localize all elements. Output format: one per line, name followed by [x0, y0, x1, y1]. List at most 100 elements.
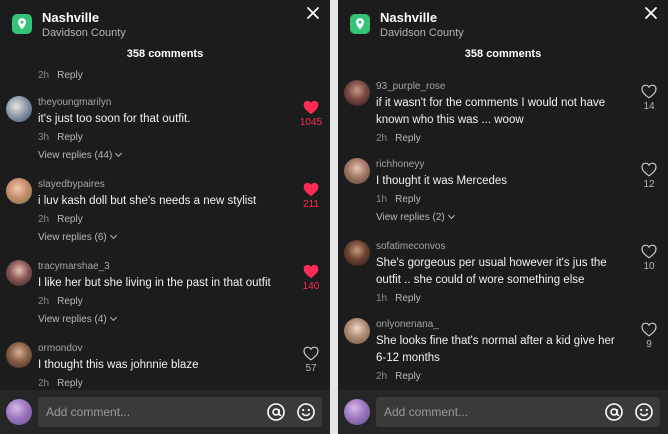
- comment-text: She's gorgeous per usual however it's ju…: [376, 257, 607, 286]
- comment-item: 93_purple_rose if it wasn't for the comm…: [338, 80, 668, 164]
- like-count: 57: [305, 363, 317, 374]
- avatar[interactable]: [6, 96, 32, 122]
- like-button[interactable]: 57: [296, 346, 326, 374]
- comment-meta: 2h Reply: [38, 70, 83, 81]
- location-title[interactable]: Nashville: [380, 10, 437, 25]
- view-replies-label: View replies (2): [376, 212, 445, 223]
- location-header: Nashville Davidson County 358 comments: [0, 0, 330, 70]
- comments-count: 358 comments: [464, 48, 542, 60]
- chevron-down-icon: [109, 313, 117, 322]
- comment-time: 1h: [376, 293, 388, 304]
- like-count: 10: [643, 261, 655, 272]
- heart-icon: [641, 84, 657, 99]
- close-icon[interactable]: [304, 4, 322, 22]
- comment-list[interactable]: 93_purple_rose if it wasn't for the comm…: [338, 66, 668, 390]
- chevron-down-icon: [115, 149, 123, 158]
- comment-text: i luv kash doll but she's needs a new st…: [38, 195, 257, 207]
- avatar[interactable]: [6, 260, 32, 286]
- comment-username[interactable]: onlyonenana_: [376, 318, 628, 331]
- like-button[interactable]: 1045: [296, 100, 326, 128]
- heart-icon: [303, 182, 319, 197]
- view-replies-label: View replies (44): [38, 150, 113, 161]
- reply-button[interactable]: Reply: [395, 371, 421, 382]
- comment-time: 2h: [376, 133, 388, 144]
- at-sign-icon[interactable]: [266, 402, 286, 422]
- reply-button[interactable]: Reply: [395, 293, 421, 304]
- comment-text: I like her but she living in the past in…: [38, 277, 271, 289]
- at-sign-icon[interactable]: [604, 402, 624, 422]
- avatar[interactable]: [344, 318, 370, 344]
- reply-button[interactable]: Reply: [395, 133, 421, 144]
- comment-input-box[interactable]: [38, 397, 322, 427]
- location-header: Nashville Davidson County 358 comments: [338, 0, 668, 70]
- avatar[interactable]: [6, 342, 32, 368]
- comment-username[interactable]: 93_purple_rose: [376, 80, 628, 93]
- comment-input-bar: [0, 390, 330, 434]
- like-count: 1045: [299, 117, 323, 128]
- comment-username[interactable]: tracymarshae_3: [38, 260, 290, 273]
- heart-icon: [641, 322, 657, 337]
- heart-icon: [303, 346, 319, 361]
- reply-button[interactable]: Reply: [57, 296, 83, 307]
- smiley-icon[interactable]: [634, 402, 654, 422]
- like-button[interactable]: 12: [634, 162, 664, 190]
- comment-username[interactable]: theyoungmarilyn: [38, 96, 290, 109]
- comment-username[interactable]: sofatimeconvos: [376, 240, 628, 253]
- comment-item: onlyonenana_ She looks fine that's norma…: [338, 318, 668, 390]
- like-count: 14: [643, 101, 655, 112]
- like-button[interactable]: 14: [634, 84, 664, 112]
- comment-item: ormondov I thought this was johnnie blaz…: [0, 342, 330, 390]
- reply-button[interactable]: Reply: [57, 214, 83, 225]
- avatar[interactable]: [6, 399, 32, 425]
- chevron-down-icon: [109, 231, 117, 240]
- location-pin-icon: [350, 14, 370, 34]
- comment-time: 2h: [38, 214, 50, 225]
- comment-username[interactable]: richhoneyy: [376, 158, 628, 171]
- smiley-icon[interactable]: [296, 402, 316, 422]
- comment-time: 2h: [38, 378, 50, 389]
- like-count: 12: [643, 179, 655, 190]
- comment-list[interactable]: 2h Reply theyoungmarilyn it's just too so…: [0, 66, 330, 390]
- avatar[interactable]: [344, 399, 370, 425]
- view-replies-button[interactable]: View replies (6): [38, 231, 290, 245]
- reply-button[interactable]: Reply: [57, 378, 83, 389]
- avatar[interactable]: [344, 240, 370, 266]
- heart-icon: [641, 162, 657, 177]
- comment-text: I thought this was johnnie blaze: [38, 359, 199, 371]
- comment-input[interactable]: [38, 397, 238, 427]
- reply-button[interactable]: Reply: [57, 132, 83, 143]
- like-button[interactable]: 9: [634, 322, 664, 350]
- view-replies-button[interactable]: View replies (2): [376, 211, 628, 225]
- comment-username[interactable]: ormondov: [38, 342, 290, 355]
- reply-button[interactable]: Reply: [395, 194, 421, 205]
- heart-icon: [303, 264, 319, 279]
- comment-item: slayedbypaires i luv kash doll but she's…: [0, 178, 330, 262]
- comment-input[interactable]: [376, 397, 576, 427]
- location-pin-icon: [12, 14, 32, 34]
- comment-item: richhoneyy I thought it was Mercedes 1h R…: [338, 158, 668, 242]
- like-count: 211: [303, 199, 319, 210]
- location-title[interactable]: Nashville: [42, 10, 99, 25]
- avatar[interactable]: [6, 178, 32, 204]
- view-replies-label: View replies (4): [38, 314, 107, 325]
- like-button[interactable]: 10: [634, 244, 664, 272]
- view-replies-button[interactable]: View replies (4): [38, 313, 290, 327]
- comment-text: I thought it was Mercedes: [376, 175, 508, 187]
- chevron-down-icon: [447, 211, 455, 220]
- comment-text: it's just too soon for that outfit.: [38, 113, 191, 125]
- heart-icon: [641, 244, 657, 259]
- comment-username[interactable]: slayedbypaires: [38, 178, 290, 191]
- close-icon[interactable]: [642, 4, 660, 22]
- like-button[interactable]: 211: [296, 182, 326, 210]
- view-replies-button[interactable]: View replies (44): [38, 149, 290, 163]
- reply-button[interactable]: Reply: [57, 70, 83, 81]
- comment-time: 2h: [376, 371, 388, 382]
- comment-input-bar: [338, 390, 668, 434]
- comment-time: 2h: [38, 296, 50, 307]
- location-subtitle: Davidson County: [380, 27, 464, 39]
- comment-input-box[interactable]: [376, 397, 660, 427]
- location-subtitle: Davidson County: [42, 27, 126, 39]
- like-button[interactable]: 140: [296, 264, 326, 292]
- avatar[interactable]: [344, 158, 370, 184]
- avatar[interactable]: [344, 80, 370, 106]
